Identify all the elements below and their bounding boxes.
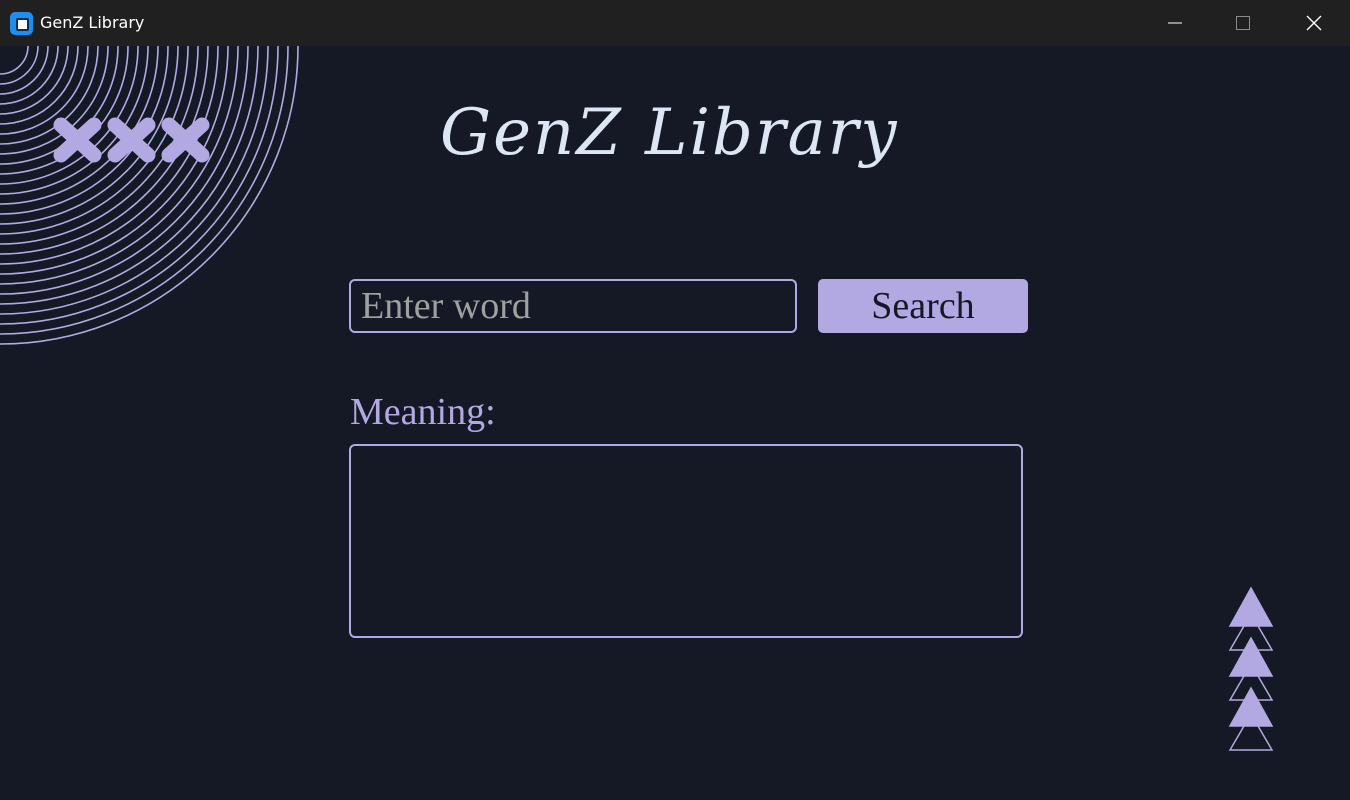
close-button[interactable]: [1280, 0, 1348, 46]
word-input[interactable]: [349, 279, 797, 333]
maximize-button[interactable]: [1209, 0, 1277, 46]
minimize-icon: [1168, 22, 1182, 24]
meaning-output[interactable]: [349, 444, 1023, 638]
app-icon: [10, 12, 33, 35]
app-window: GenZ Library GenZ Library Enter word Sea…: [0, 0, 1350, 800]
window-title: GenZ Library: [40, 13, 145, 32]
maximize-icon: [1236, 16, 1250, 30]
stacked-triangles-icon: [1228, 586, 1274, 751]
x-marks-icon: [53, 117, 210, 163]
app-title: GenZ Library: [440, 96, 899, 170]
main-content: GenZ Library Search Meaning:: [0, 46, 1350, 800]
close-icon: [1306, 15, 1322, 31]
title-bar: GenZ Library: [0, 0, 1350, 46]
concentric-arcs-decoration: [0, 46, 299, 345]
minimize-button[interactable]: [1141, 0, 1209, 46]
meaning-label: Meaning:: [350, 391, 496, 433]
search-button[interactable]: Search: [818, 279, 1028, 333]
